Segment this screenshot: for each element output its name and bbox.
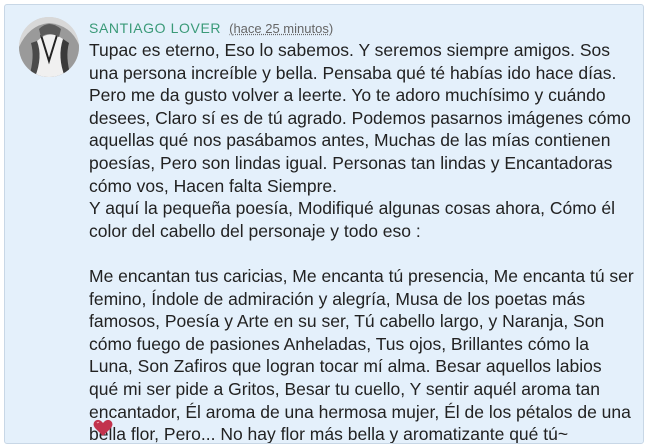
- heart-icon: [93, 419, 113, 436]
- heart-emoji: [93, 419, 113, 442]
- comment-body: Tupac es eterno, Eso lo sabemos. Y serem…: [89, 39, 635, 444]
- avatar[interactable]: [19, 17, 79, 77]
- comment-paragraph-1: Tupac es eterno, Eso lo sabemos. Y serem…: [89, 40, 631, 196]
- author-name[interactable]: SANTIAGO LOVER: [89, 20, 221, 36]
- comment-header: SANTIAGO LOVER (hace 25 minutos): [89, 20, 333, 36]
- comment-paragraph-2: Y aquí la pequeña poesía, Modifiqué algu…: [89, 198, 616, 241]
- poem-text: Me encantan tus caricias, Me encanta tú …: [89, 265, 634, 444]
- avatar-image: [19, 17, 79, 77]
- comment-card: SANTIAGO LOVER (hace 25 minutos) Tupac e…: [4, 4, 644, 444]
- comment-timestamp: (hace 25 minutos): [229, 21, 334, 36]
